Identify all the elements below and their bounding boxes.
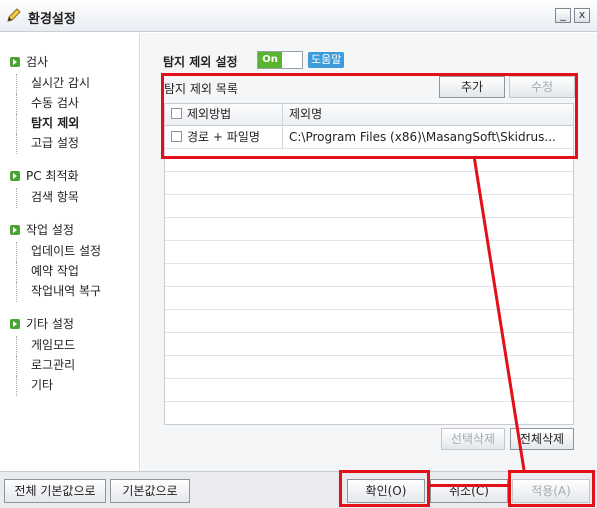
annotation-arrow: [472, 155, 526, 471]
